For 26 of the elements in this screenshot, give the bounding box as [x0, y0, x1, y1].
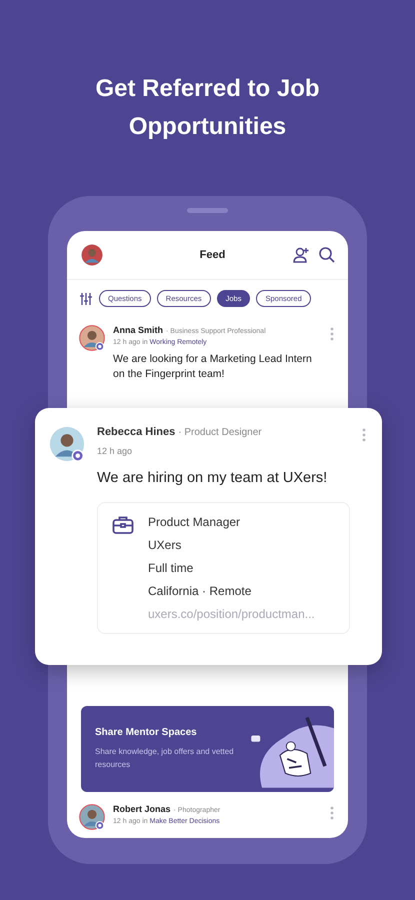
post-text: We are looking for a Marketing Lead Intern on the Fingerprint team!	[113, 352, 313, 382]
job-title: Product Manager	[148, 515, 242, 529]
promo-banner[interactable]: Share Mentor Spaces Share knowledge, job offers and vetted resources	[81, 706, 334, 792]
search-icon[interactable]	[318, 246, 336, 264]
author-name: Robert Jonas	[113, 804, 171, 814]
job-location: California · Remote	[148, 584, 252, 598]
banner-title: Share Mentor Spaces	[95, 727, 198, 738]
author-name: Anna Smith	[113, 325, 164, 335]
avatar-icon	[79, 325, 105, 351]
job-card[interactable]: Product Manager UXers Full time California · Remote uxers.co/position/productman...	[97, 502, 350, 634]
avatar-icon	[49, 426, 85, 462]
headline: Get Referred to Job Opportunities	[94, 74, 321, 142]
avatar-icon	[79, 804, 105, 830]
banner-text: Share knowledge, job offers and vetted resources	[95, 746, 235, 771]
screen-title: Feed	[198, 249, 226, 261]
author-name: Rebecca Hines	[97, 426, 176, 438]
add-person-icon[interactable]	[292, 246, 310, 264]
avatar-icon	[81, 244, 103, 266]
author-role: · Product Designer	[178, 427, 262, 438]
post-time: 12 h ago	[97, 446, 134, 456]
job-type: Full time	[148, 561, 194, 575]
post-text: We are hiring on my team at UXers!	[97, 470, 328, 486]
filter-icon[interactable]	[79, 292, 93, 306]
briefcase-icon	[112, 515, 134, 535]
speaker-notch	[187, 208, 228, 213]
job-company: UXers	[148, 538, 182, 552]
